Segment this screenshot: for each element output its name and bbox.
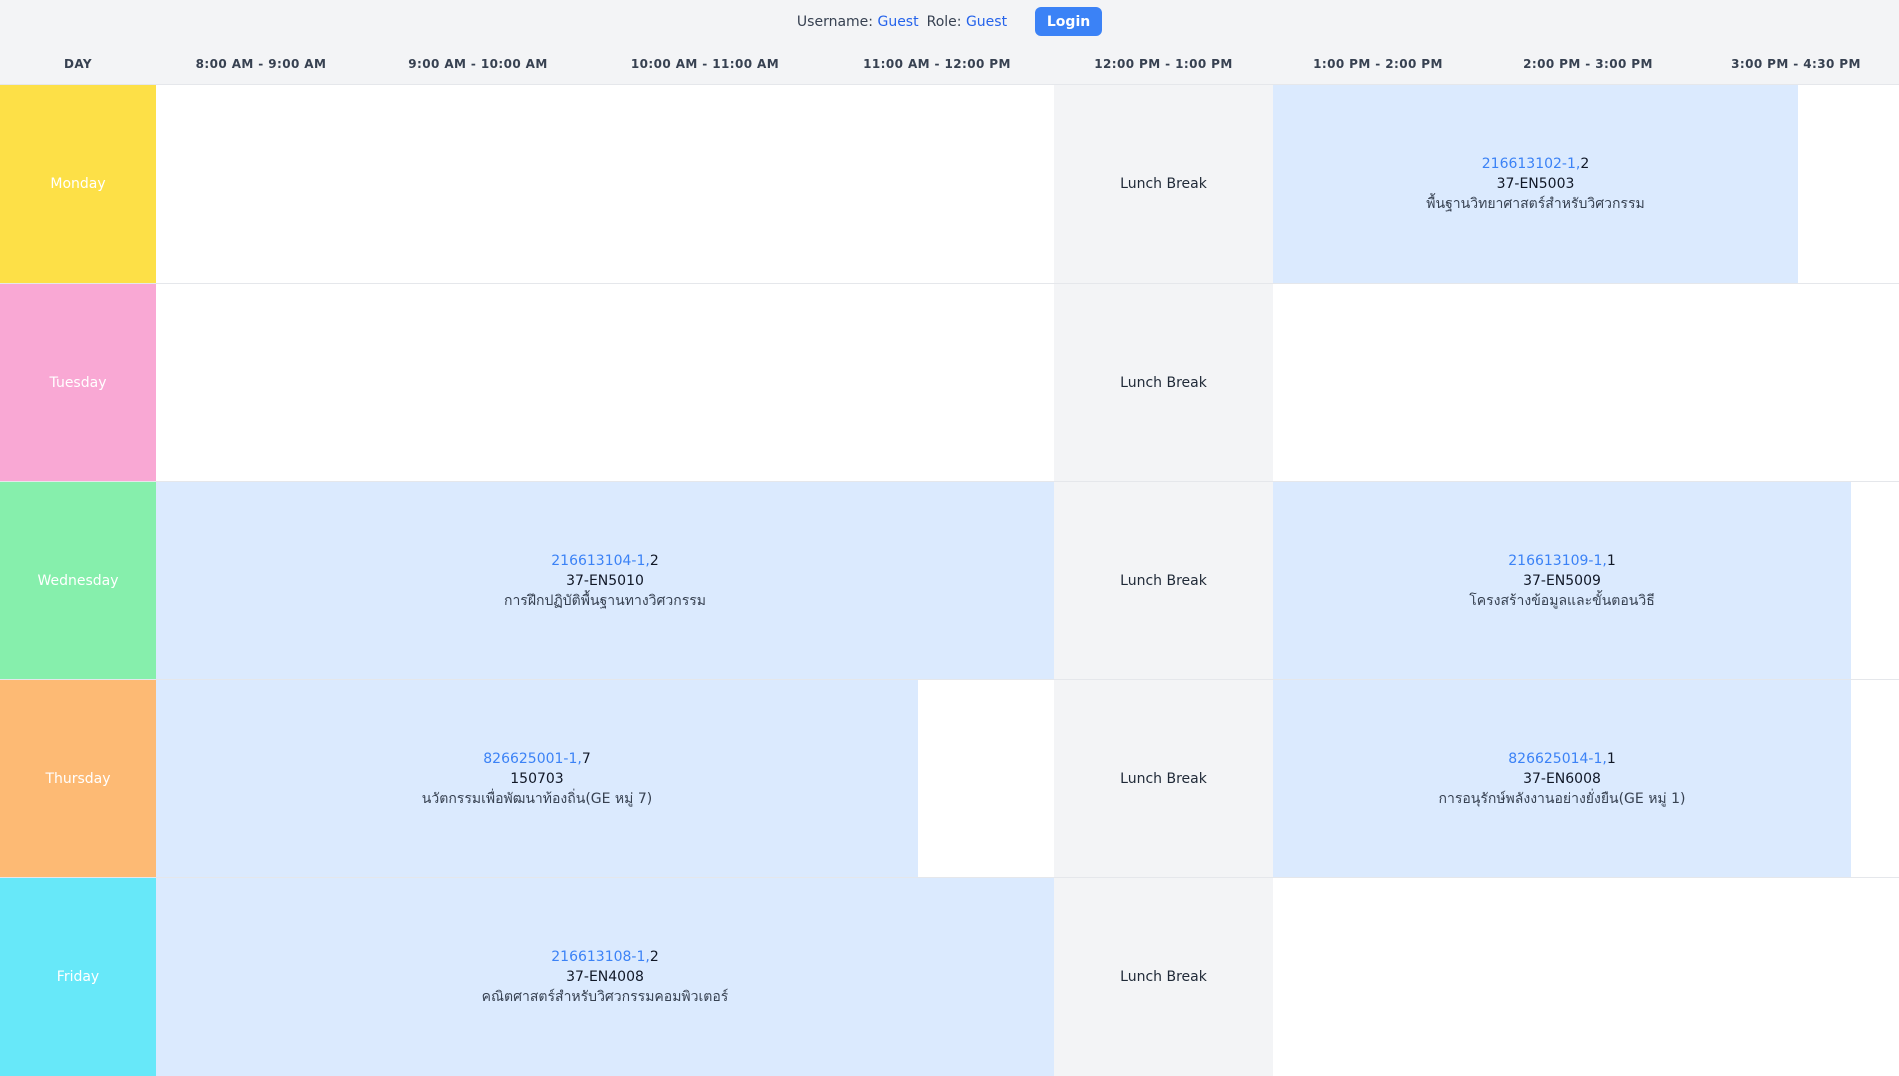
course-code-link[interactable]: 216613108-1, [551, 949, 650, 965]
course-code-link[interactable]: 826625001-1, [483, 751, 582, 767]
course-room: 150703 [510, 770, 564, 787]
lunch-break: Lunch Break [1054, 482, 1273, 679]
course-section: 1 [1606, 552, 1616, 569]
course-block[interactable]: 826625014-1,1 37-EN6008 การอนุรักษ์พลังง… [1273, 680, 1851, 877]
day-label-monday: Monday [0, 85, 156, 283]
timetable-grid: Monday Lunch Break 216613102-1,2 37-EN50… [0, 85, 1899, 1076]
course-block[interactable]: 826625001-1,7 150703 นวัตกรรมเพื่อพัฒนาท… [156, 680, 918, 877]
course-block[interactable]: 216613104-1,2 37-EN5010 การฝึกปฏิบัติพื้… [156, 482, 1054, 679]
username-value: Guest [877, 13, 919, 30]
header-slot: 12:00 PM - 1:00 PM [1094, 57, 1233, 71]
header-slot: 8:00 AM - 9:00 AM [195, 57, 327, 71]
lunch-break: Lunch Break [1054, 680, 1273, 877]
day-label-friday: Friday [0, 878, 156, 1076]
role-value: Guest [965, 13, 1008, 30]
course-code-link[interactable]: 216613104-1, [551, 553, 650, 569]
role-info: Role: Guest [927, 14, 1007, 30]
day-row-tuesday: Tuesday Lunch Break [0, 284, 1899, 482]
day-label-wednesday: Wednesday [0, 482, 156, 679]
login-button[interactable]: Login [1035, 7, 1103, 36]
course-title: การฝึกปฏิบัติพื้นฐานทางวิศวกรรม [503, 592, 707, 609]
username-info: Username: Guest [797, 14, 919, 30]
role-label: Role: [926, 13, 962, 30]
header-slot: 1:00 PM - 2:00 PM [1313, 57, 1443, 71]
header-slot: 3:00 PM - 4:30 PM [1731, 57, 1861, 71]
day-row-friday: Friday 216613108-1,2 37-EN4008 คณิตศาสตร… [0, 878, 1899, 1076]
course-block[interactable]: 216613109-1,1 37-EN5009 โครงสร้างข้อมูลแ… [1273, 482, 1851, 679]
course-room: 37-EN5003 [1496, 176, 1575, 192]
course-block[interactable]: 216613108-1,2 37-EN4008 คณิตศาสตร์สำหรับ… [156, 878, 1054, 1076]
course-room: 37-EN4008 [566, 969, 644, 985]
lunch-break: Lunch Break [1054, 878, 1273, 1076]
username-label: Username: [796, 13, 874, 30]
day-label-thursday: Thursday [0, 680, 156, 877]
lunch-break: Lunch Break [1054, 85, 1273, 283]
course-code-line: 216613109-1,1 [1508, 551, 1616, 571]
course-section: 7 [581, 750, 591, 767]
header-slot: 11:00 AM - 12:00 PM [863, 57, 1011, 71]
course-code-link[interactable]: 216613102-1, [1482, 156, 1581, 172]
day-row-thursday: Thursday 826625001-1,7 150703 นวัตกรรมเพ… [0, 680, 1899, 878]
header-slot: 10:00 AM - 11:00 AM [630, 57, 780, 71]
day-row-wednesday: Wednesday 216613104-1,2 37-EN5010 การฝึก… [0, 482, 1899, 680]
course-room: 37-EN5009 [1523, 572, 1601, 589]
header-day: DAY [64, 57, 92, 71]
course-section: 2 [649, 949, 659, 965]
course-section: 2 [649, 552, 659, 569]
course-code-link[interactable]: 826625014-1, [1508, 751, 1607, 767]
course-code-link[interactable]: 216613109-1, [1508, 553, 1607, 569]
course-title: พื้นฐานวิทยาศาสตร์สำหรับวิศวกรรม [1426, 196, 1645, 212]
course-code-line: 826625001-1,7 [483, 749, 591, 769]
course-block[interactable]: 216613102-1,2 37-EN5003 พื้นฐานวิทยาศาสต… [1273, 85, 1798, 283]
course-room: 37-EN5010 [566, 572, 644, 589]
course-code-line: 216613108-1,2 [551, 947, 659, 967]
course-code-line: 826625014-1,1 [1508, 749, 1616, 769]
day-label-tuesday: Tuesday [0, 284, 156, 481]
course-section: 2 [1580, 156, 1590, 172]
course-title: คณิตศาสตร์สำหรับวิศวกรรมคอมพิวเตอร์ [481, 989, 729, 1005]
course-code-line: 216613102-1,2 [1482, 154, 1590, 174]
course-title: โครงสร้างข้อมูลและขั้นตอนวิธี [1469, 592, 1655, 609]
timetable-header: DAY 8:00 AM - 9:00 AM 9:00 AM - 10:00 AM… [0, 43, 1899, 85]
day-row-monday: Monday Lunch Break 216613102-1,2 37-EN50… [0, 85, 1899, 284]
course-title: การอนุรักษ์พลังงานอย่างยั่งยืน(GE หมู่ 1… [1438, 790, 1686, 807]
header-slot: 2:00 PM - 3:00 PM [1523, 57, 1653, 71]
course-code-line: 216613104-1,2 [551, 551, 659, 571]
course-room: 37-EN6008 [1523, 770, 1601, 787]
user-bar: Username: Guest Role: Guest Login [0, 0, 1899, 43]
lunch-break: Lunch Break [1054, 284, 1273, 481]
header-slot: 9:00 AM - 10:00 AM [408, 57, 548, 71]
course-title: นวัตกรรมเพื่อพัฒนาท้องถิ่น(GE หมู่ 7) [421, 790, 653, 807]
course-section: 1 [1606, 750, 1616, 767]
